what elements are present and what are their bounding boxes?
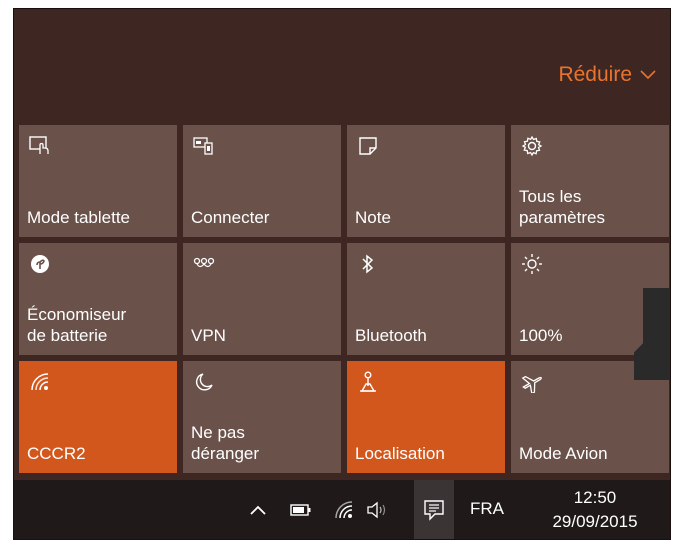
clock-date: 29/09/2015 [552,512,638,531]
tile-label: VPN [191,326,226,345]
tile-wifi-network[interactable]: CCCR2 [19,361,177,473]
tile-battery-saver[interactable]: Économiseur de batterie [19,243,177,355]
collapse-label: Réduire [558,63,632,86]
show-hidden-icons-chevron-up-icon[interactable] [246,498,270,522]
tile-label: Mode tablette [27,208,131,227]
taskbar: FRA 12:50 29/09/2015 [14,480,670,539]
tile-label: Mode Avion [519,444,608,463]
tile-label: Localisation [355,444,445,463]
notification-icon [424,500,444,521]
vpn-icon [193,253,215,275]
bluetooth-icon [357,253,379,275]
tablet-mode-icon [29,135,51,157]
battery-saver-icon [29,253,51,275]
tile-label: Note [355,208,391,227]
network-wifi-icon[interactable] [332,498,356,522]
tile-label: Économiseur de batterie [27,305,127,345]
tile-tablet-mode[interactable]: Mode tablette [19,125,177,237]
action-center-panel: Réduire Mode tablette Connecter Note Tou… [13,8,671,540]
tile-location[interactable]: Localisation [347,361,505,473]
collapse-button[interactable]: Réduire [558,63,656,87]
tile-note[interactable]: Note [347,125,505,237]
wifi-icon [29,371,51,393]
tile-label: Bluetooth [355,326,427,345]
input-language-indicator[interactable]: FRA [470,499,504,519]
tile-vpn[interactable]: VPN [183,243,341,355]
airplane-icon [521,371,543,393]
settings-icon [521,135,543,157]
volume-icon[interactable] [366,498,390,522]
clock-time: 12:50 [573,488,617,507]
tile-bluetooth[interactable]: Bluetooth [347,243,505,355]
tile-quiet-hours[interactable]: Ne pas déranger [183,361,341,473]
clock[interactable]: 12:50 29/09/2015 [536,486,654,534]
tile-label: Connecter [191,208,270,227]
note-icon [357,135,379,157]
brightness-icon [521,253,543,275]
quick-actions-grid: Mode tablette Connecter Note Tous les pa… [19,125,669,479]
chevron-down-icon [640,70,656,80]
tile-label: CCCR2 [27,444,86,463]
location-icon [357,371,379,393]
tile-connect[interactable]: Connecter [183,125,341,237]
connect-icon [193,135,215,157]
tile-label: 100% [519,326,563,345]
battery-icon[interactable] [289,498,313,522]
tile-label: Tous les paramètres [519,187,605,227]
tile-all-settings[interactable]: Tous les paramètres [511,125,669,237]
moon-icon [193,371,215,393]
action-center-button[interactable] [414,480,454,539]
tile-label: Ne pas déranger [191,423,260,463]
